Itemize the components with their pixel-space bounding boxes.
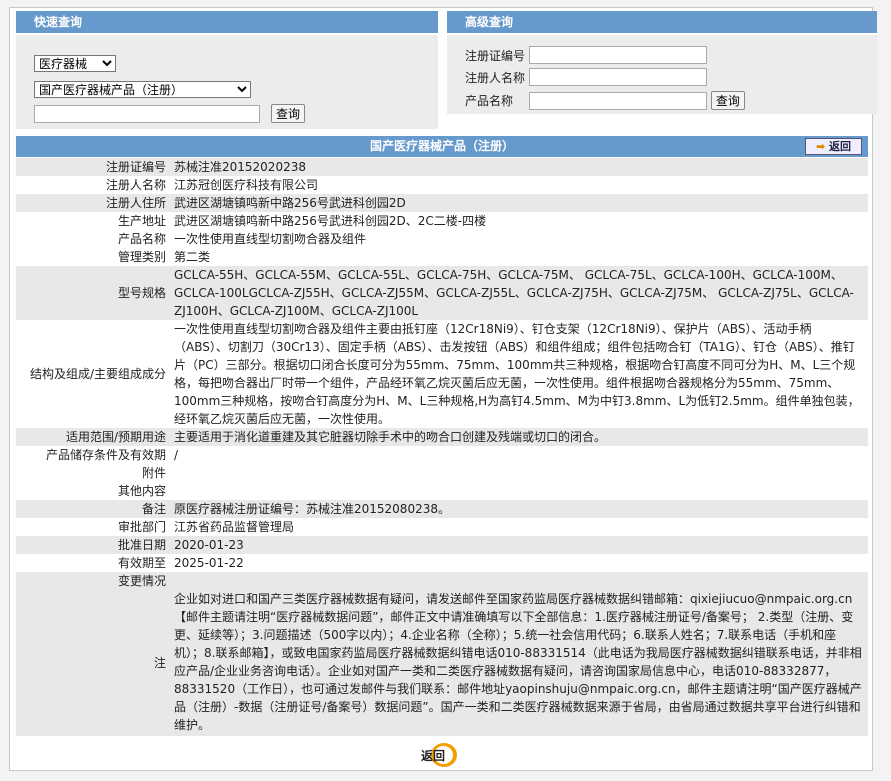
note-label: 注 xyxy=(153,656,166,670)
row-label: 批准日期 xyxy=(117,538,166,552)
row-value: 苏械注准20152020238 xyxy=(174,160,306,174)
row-label: 备注 xyxy=(141,502,166,516)
row-label: 审批部门 xyxy=(117,520,166,534)
table-row: 附件 xyxy=(16,464,868,482)
product-name-label: 产品名称 xyxy=(465,94,514,108)
row-value: 一次性使用直线型切割吻合器及组件主要由抵钉座（12Cr18Ni9）、钉仓支架（1… xyxy=(174,322,860,426)
row-value xyxy=(170,464,868,482)
note-row: 注企业如对进口和国产三类医疗器械数据有疑问，请发送邮件至国家药监局医疗器械数据纠… xyxy=(16,590,868,736)
row-value: 武进区湖塘镇鸣新中路256号武进科创园2D、2C二楼-四楼 xyxy=(174,214,487,228)
detail-title-bar: 国产医疗器械产品（注册） ➡ 返回 xyxy=(16,136,868,157)
quick-search-panel: 快速查询 医疗器械 国产医疗器械产品（注册） 查询 xyxy=(16,11,438,129)
back-bottom-label: 返回 xyxy=(421,749,446,763)
row-value: 武进区湖塘镇鸣新中路256号武进科创园2D xyxy=(174,196,406,210)
row-value: 江苏省药品监督管理局 xyxy=(174,520,295,534)
advanced-search-button[interactable]: 查询 xyxy=(710,91,745,110)
table-row: 其他内容 xyxy=(16,482,868,500)
note-text: 企业如对进口和国产三类医疗器械数据有疑问，请发送邮件至国家药监局医疗器械数据纠错… xyxy=(174,592,862,732)
row-label: 结构及组成/主要组成成分 xyxy=(29,367,166,381)
row-value: 一次性使用直线型切割吻合器及组件 xyxy=(174,232,367,246)
detail-table: 注册证编号 苏械注准20152020238 注册人名称 江苏冠创医疗科技有限公司 注册人… xyxy=(16,158,868,736)
table-row: 备注 原医疗器械注册证编号：苏械注准20152080238。 xyxy=(16,500,868,518)
table-row: 型号规格 GCLCA-55H、GCLCA-55M、GCLCA-55L、GCLCA-… xyxy=(16,266,868,320)
row-value: GCLCA-55H、GCLCA-55M、GCLCA-55L、GCLCA-75H、… xyxy=(174,268,854,318)
advanced-search-title: 高级查询 xyxy=(447,11,877,35)
row-label: 生产地址 xyxy=(117,214,166,228)
row-label: 注册人名称 xyxy=(105,178,166,192)
table-row: 适用范围/预期用途 主要适用于消化道重建及其它脏器切除手术中的吻合口创建及残端或切… xyxy=(16,428,868,446)
row-value: 2020-01-23 xyxy=(174,538,244,552)
row-value: 主要适用于消化道重建及其它脏器切除手术中的吻合口创建及残端或切口的闭合。 xyxy=(174,430,607,444)
table-row: 管理类别 第二类 xyxy=(16,248,868,266)
row-label: 管理类别 xyxy=(117,250,166,264)
table-row: 注册人住所 武进区湖塘镇鸣新中路256号武进科创园2D xyxy=(16,194,868,212)
registrant-input[interactable] xyxy=(529,68,707,86)
advanced-search-panel: 高级查询 注册证编号 注册人名称 产品名称 查询 xyxy=(447,11,877,114)
content-frame: 快速查询 医疗器械 国产医疗器械产品（注册） 查询 高级查询 注册证编号 注册人… xyxy=(9,7,877,771)
row-label: 附件 xyxy=(141,466,166,480)
category-select[interactable]: 医疗器械 xyxy=(34,55,116,72)
product-name-field: 产品名称 查询 xyxy=(465,91,745,110)
table-row: 变更情况 xyxy=(16,572,868,590)
row-label: 型号规格 xyxy=(117,286,166,300)
row-label: 注册证编号 xyxy=(105,160,166,174)
table-row: 有效期至 2025-01-22 xyxy=(16,554,868,572)
detail-title: 国产医疗器械产品（注册） xyxy=(369,139,514,153)
table-row: 产品名称 一次性使用直线型切割吻合器及组件 xyxy=(16,230,868,248)
arrow-right-icon: ➡ xyxy=(815,140,826,153)
back-button-top[interactable]: ➡ 返回 xyxy=(805,138,862,155)
table-row: 结构及组成/主要组成成分 一次性使用直线型切割吻合器及组件主要由抵钉座（12Cr1… xyxy=(16,320,868,428)
database-select[interactable]: 国产医疗器械产品（注册） xyxy=(34,81,251,98)
row-value xyxy=(170,482,868,500)
quick-search-input[interactable] xyxy=(34,105,260,123)
row-label: 产品储存条件及有效期 xyxy=(45,448,166,462)
reg-no-field: 注册证编号 xyxy=(465,46,707,64)
row-value: 第二类 xyxy=(174,250,211,264)
table-row: 产品储存条件及有效期 / xyxy=(16,446,868,464)
row-label: 产品名称 xyxy=(117,232,166,246)
row-label: 变更情况 xyxy=(117,574,166,588)
row-label: 注册人住所 xyxy=(105,196,166,210)
back-button-bottom[interactable]: 返回 xyxy=(421,742,461,768)
row-value xyxy=(170,572,868,590)
row-label: 适用范围/预期用途 xyxy=(65,430,166,444)
page: 快速查询 医疗器械 国产医疗器械产品（注册） 查询 高级查询 注册证编号 注册人… xyxy=(0,0,891,781)
table-row: 生产地址 武进区湖塘镇鸣新中路256号武进科创园2D、2C二楼-四楼 xyxy=(16,212,868,230)
product-name-input[interactable] xyxy=(529,91,707,110)
row-value: 江苏冠创医疗科技有限公司 xyxy=(174,178,319,192)
registrant-field: 注册人名称 xyxy=(465,68,707,86)
back-label: 返回 xyxy=(829,140,852,153)
table-row: 批准日期 2020-01-23 xyxy=(16,536,868,554)
reg-no-input[interactable] xyxy=(529,46,707,64)
table-row: 审批部门 江苏省药品监督管理局 xyxy=(16,518,868,536)
row-value: 2025-01-22 xyxy=(174,556,244,570)
registrant-label: 注册人名称 xyxy=(465,70,526,85)
table-row: 注册人名称 江苏冠创医疗科技有限公司 xyxy=(16,176,868,194)
row-value: 原医疗器械注册证编号：苏械注准20152080238。 xyxy=(174,502,450,516)
row-label: 有效期至 xyxy=(117,556,166,570)
quick-search-title: 快速查询 xyxy=(16,11,438,35)
row-label: 其他内容 xyxy=(117,484,166,498)
row-value: / xyxy=(174,448,179,462)
table-row: 注册证编号 苏械注准20152020238 xyxy=(16,158,868,176)
reg-no-label: 注册证编号 xyxy=(465,48,526,63)
quick-search-button[interactable]: 查询 xyxy=(271,104,306,123)
